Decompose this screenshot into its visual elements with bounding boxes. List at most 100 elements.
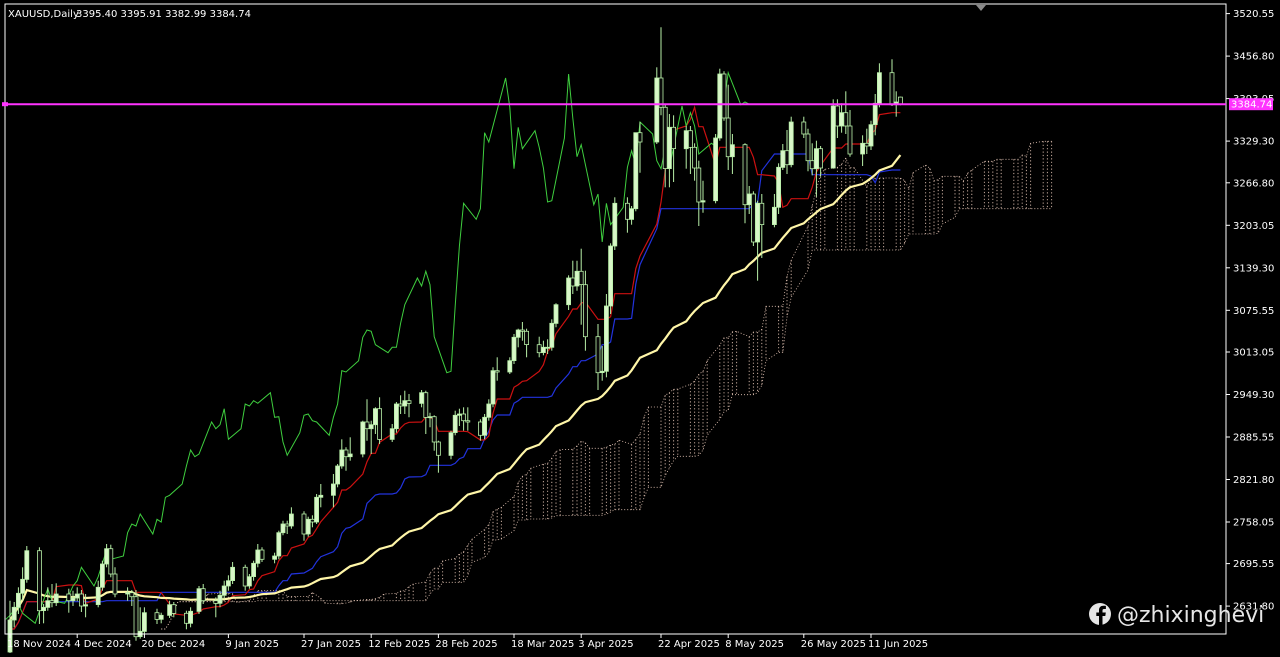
candle-body	[100, 563, 105, 588]
candle	[276, 530, 282, 560]
candle-body	[15, 592, 21, 608]
candle-body	[595, 336, 601, 374]
candle-body	[79, 593, 84, 607]
candle-body	[570, 277, 576, 287]
price-line-handle	[2, 102, 8, 107]
candle-body	[746, 193, 752, 206]
candle-body	[788, 121, 794, 166]
chart-title-symbol: XAUUSD,Daily	[8, 9, 79, 20]
candle-body	[835, 105, 840, 127]
x-tick-label: 20 Dec 2024	[141, 639, 205, 650]
candle	[490, 367, 496, 408]
candle	[830, 99, 836, 169]
candle-body	[864, 142, 870, 147]
candle-body	[482, 416, 488, 436]
candle-body	[814, 148, 819, 170]
candle	[788, 116, 794, 168]
candle-body	[377, 408, 383, 440]
candle-body	[435, 441, 441, 456]
chart-svg[interactable]: 3520.553456.803393.053329.303266.803203.…	[0, 0, 1280, 657]
x-tick-label: 12 Feb 2025	[368, 639, 430, 650]
y-tick-label: 2758.05	[1233, 518, 1274, 529]
candle-body	[200, 588, 206, 602]
x-tick-label: 22 Apr 2025	[658, 639, 720, 650]
y-tick-label: 2821.80	[1233, 475, 1274, 486]
candle-body	[456, 413, 462, 416]
candle-body	[112, 573, 118, 595]
candle-body	[536, 344, 542, 354]
candle	[566, 275, 571, 310]
candle-body	[83, 604, 88, 607]
candle-body	[759, 202, 765, 226]
candle-body	[461, 413, 467, 422]
candle-body	[45, 600, 51, 608]
candle	[608, 243, 613, 314]
candle-body	[818, 148, 823, 169]
candle-body	[583, 284, 588, 338]
candle-body	[776, 166, 781, 208]
candle	[776, 163, 781, 214]
candle	[335, 464, 341, 488]
y-tick-label: 3013.05	[1233, 348, 1274, 359]
candle-body	[553, 304, 559, 324]
candle-body	[541, 346, 546, 353]
candle-body	[284, 523, 290, 527]
candle-body	[167, 604, 173, 616]
candle-body	[515, 329, 521, 338]
x-tick-label: 27 Jan 2025	[301, 639, 361, 650]
candle-body	[725, 117, 731, 158]
candle-body	[629, 208, 634, 220]
candle-body	[662, 106, 668, 170]
candle-body	[343, 449, 349, 458]
candle	[713, 134, 718, 204]
candle-body	[688, 130, 693, 148]
candle-body	[217, 594, 223, 604]
candle-body	[872, 102, 878, 126]
candle-body	[658, 77, 664, 108]
candle-body	[860, 142, 865, 155]
x-tick-label: 4 Dec 2024	[74, 639, 132, 650]
candle-body	[318, 494, 324, 498]
candle-body	[37, 550, 42, 612]
candle-body	[242, 566, 248, 587]
candle-body	[125, 592, 130, 595]
candle-body	[700, 200, 706, 203]
candle-body	[604, 305, 609, 372]
candle-body	[784, 150, 790, 166]
candle-body	[225, 580, 231, 587]
candle	[721, 71, 727, 121]
candle-body	[276, 532, 282, 557]
candle-body	[330, 483, 336, 496]
candle-body	[389, 428, 395, 440]
candle	[305, 516, 311, 537]
candle-body	[654, 77, 660, 143]
candle-body	[221, 585, 227, 596]
candle-body	[11, 606, 17, 621]
candle-body	[452, 414, 458, 433]
candle-body	[360, 421, 366, 455]
candle-body	[889, 72, 895, 106]
candle-body	[545, 346, 550, 349]
y-tick-label: 3456.80	[1233, 52, 1274, 63]
y-tick-label: 2695.55	[1233, 559, 1274, 570]
candle-body	[612, 202, 618, 247]
candle	[108, 544, 114, 578]
candle-body	[347, 453, 353, 458]
candle-body	[314, 496, 320, 523]
x-tick-label: 3 Apr 2025	[578, 639, 633, 650]
candle-body	[129, 592, 135, 598]
candle-body	[713, 137, 718, 202]
candle	[482, 414, 488, 440]
x-tick-label: 9 Jan 2025	[225, 639, 279, 650]
candle-body	[427, 416, 433, 419]
x-tick-label: 8 May 2025	[725, 639, 784, 650]
candle-body	[717, 73, 723, 139]
candle-body	[868, 124, 874, 147]
candle-body	[246, 576, 252, 587]
candle-body	[847, 125, 853, 155]
candle-body	[566, 277, 571, 306]
candle	[133, 590, 139, 641]
chart-container[interactable]: 3520.553456.803393.053329.303266.803203.…	[0, 0, 1280, 657]
candle-body	[259, 549, 265, 560]
candle	[393, 402, 399, 433]
